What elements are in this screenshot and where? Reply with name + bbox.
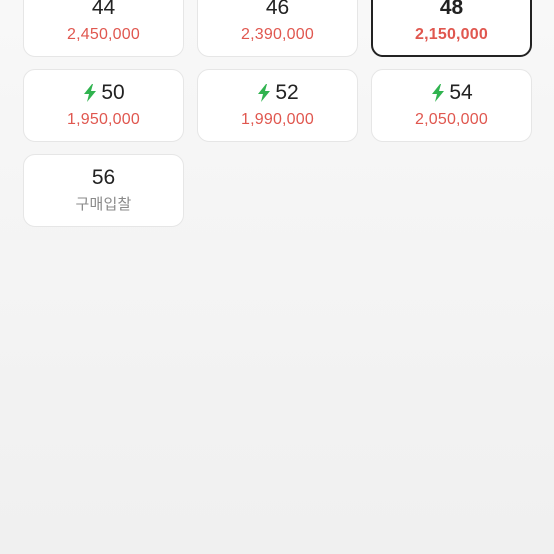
size-option-54[interactable]: 54 2,050,000 [371,69,532,142]
size-option-52[interactable]: 52 1,990,000 [197,69,358,142]
price-value: 1,950,000 [67,111,140,128]
size-label-row: 46 [266,0,289,21]
price-value: 2,150,000 [415,26,488,43]
size-label-row: 48 [440,0,463,21]
size-option-50[interactable]: 50 1,950,000 [23,69,184,142]
size-value: 56 [91,166,116,189]
size-option-grid: 44 2,450,000 46 2,390,000 48 2,150,000 5… [23,0,532,227]
bid-label: 구매입찰 [75,196,132,213]
size-option-44[interactable]: 44 2,450,000 [23,0,184,57]
lightning-bolt-icon [430,84,446,102]
price-value: 2,390,000 [241,26,314,43]
size-value: 52 [275,81,299,104]
size-label-row: 52 [256,80,299,106]
lightning-bolt-icon [256,84,272,102]
size-option-46[interactable]: 46 2,390,000 [197,0,358,57]
size-value: 54 [449,81,473,104]
size-label-row: 54 [430,80,473,106]
size-option-48[interactable]: 48 2,150,000 [371,0,532,57]
size-label-row: 56 [92,165,115,191]
size-label-row: 50 [82,80,125,106]
price-value: 1,990,000 [241,111,314,128]
price-value: 2,450,000 [67,26,140,43]
size-label-row: 44 [92,0,115,21]
price-value: 2,050,000 [415,111,488,128]
size-value: 48 [439,0,464,19]
lightning-bolt-icon [82,84,98,102]
size-value: 46 [265,0,290,19]
size-option-56[interactable]: 56 구매입찰 [23,154,184,227]
size-value: 44 [91,0,116,19]
size-picker-screen: 44 2,450,000 46 2,390,000 48 2,150,000 5… [0,0,554,554]
size-value: 50 [101,81,125,104]
